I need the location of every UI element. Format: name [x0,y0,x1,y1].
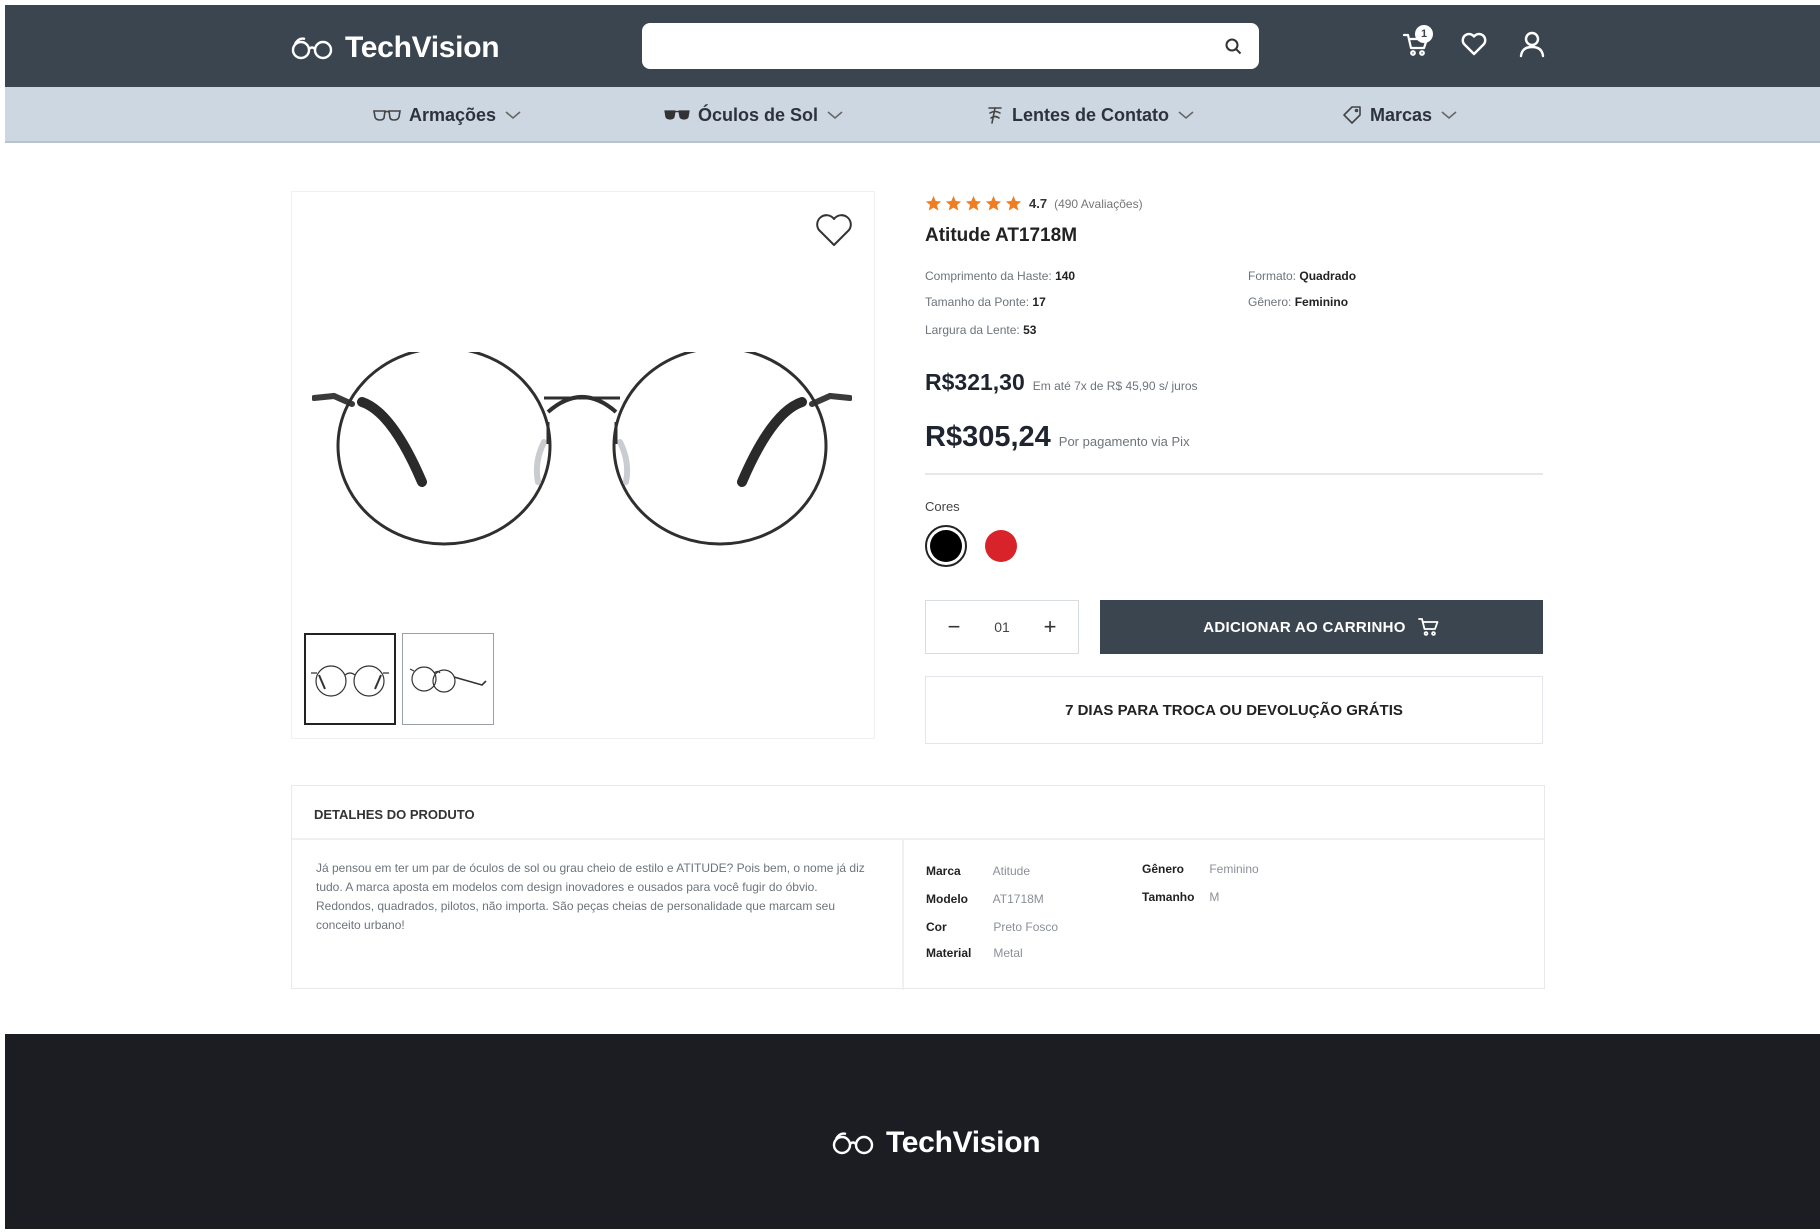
footer-brand-name: TechVision [886,1126,1041,1159]
chevron-down-icon [505,111,521,120]
account-button[interactable] [1517,27,1547,61]
chevron-down-icon [1441,111,1457,120]
thumbnail-front-image [311,665,389,697]
star-icon [925,195,942,211]
sunglasses-icon [664,110,690,120]
product-title: Atitude AT1718M [925,225,1078,246]
attr-brand: Marca Atitude [926,864,1031,878]
nav-item-oculos-de-sol[interactable]: Óculos de Sol [664,87,844,143]
eyeglasses-outline-icon [373,110,401,121]
nav-item-lentes-de-contato[interactable]: Lentes de Contato [986,87,1195,143]
regular-price: R$321,30 Em até 7x de R$ 45,90 s/ juros [925,369,1198,396]
product-details: DETALHES DO PRODUTO Já pensou em ter um … [291,785,1545,990]
color-swatch-red[interactable] [985,530,1017,562]
chevron-down-icon [827,111,843,120]
rating-score: 4.7 [1029,196,1048,211]
pix-price-value: R$305,24 [925,421,1051,453]
heart-icon [1461,32,1487,56]
brand-name: TechVision [345,31,500,64]
heart-icon [816,214,852,246]
product-main-image [312,352,852,546]
pix-price: R$305,24 Por pagamento via Pix [925,421,1190,454]
nav-item-armacoes[interactable]: Armações [373,87,522,143]
thumbnail-side[interactable] [402,633,494,725]
star-icon [1005,195,1022,211]
top-header: TechVision 1 [5,5,1820,87]
nav-label-lentes-de-contato: Lentes de Contato [1012,104,1170,125]
attr-model: Modelo AT1718M [926,892,1044,906]
favorites-button[interactable] [1459,27,1489,61]
glasses-icon [832,1132,874,1155]
details-description: Já pensou em ter um par de óculos de sol… [316,861,865,932]
cart-count-badge: 1 [1415,25,1433,43]
add-to-cart-label: ADICIONAR AO CARRINHO [1203,618,1406,636]
favorite-product-button[interactable] [812,210,856,250]
return-policy-text: 7 DIAS PARA TROCA OU DEVOLUÇÃO GRÁTIS [1065,701,1403,719]
quantity-increase-button[interactable]: + [1036,613,1064,641]
cart-icon [1417,618,1439,636]
spec-shape: Formato: Quadrado [1248,269,1357,283]
header-actions: 1 [1401,25,1547,61]
header-logo[interactable]: TechVision [291,31,500,65]
installments-text: Em até 7x de R$ 45,90 s/ juros [1032,379,1198,393]
spec-gender: Gênero: Feminino [1248,295,1349,309]
nav-label-marcas: Marcas [1370,104,1433,125]
rating-count: (490 Avaliações) [1054,196,1143,211]
star-icon [965,195,982,211]
quantity-decrease-button[interactable]: − [940,613,968,641]
chevron-down-icon [1178,111,1194,120]
pix-note: Por pagamento via Pix [1058,434,1190,449]
site-footer: TechVision [5,1034,1820,1229]
details-header: DETALHES DO PRODUTO [292,786,1544,840]
attr-color: Cor Preto Fosco [926,920,1059,934]
add-to-cart-button[interactable]: ADICIONAR AO CARRINHO [1100,600,1543,654]
user-icon [1519,31,1545,58]
spec-lens-width: Largura da Lente: 53 [925,323,1037,337]
footer-logo[interactable]: TechVision [832,1126,1041,1160]
tag-icon [1343,106,1361,124]
star-icon [985,195,1002,211]
page: TechVision 1 Armações Óculos de Sol Lent… [5,5,1820,1229]
contact-lens-icon [988,107,1002,124]
quantity-input[interactable] [982,619,1022,635]
search-input[interactable] [642,23,1259,69]
glasses-icon [291,37,333,60]
spec-bridge-size: Tamanho da Ponte: 17 [925,295,1046,309]
attr-size: Tamanho M [1142,890,1220,904]
nav-item-marcas[interactable]: Marcas [1342,87,1458,143]
regular-price-value: R$321,30 [925,369,1025,395]
color-swatch-black[interactable] [925,525,967,567]
thumbnail-side-image [409,666,487,693]
attr-gender: Gênero Feminino [1142,862,1259,876]
product-rating[interactable]: 4.7 (490 Avaliações) [925,195,1143,212]
nav-label-oculos-de-sol: Óculos de Sol [698,104,819,125]
nav-label-armacoes: Armações [409,104,497,125]
thumbnail-front[interactable] [304,633,396,725]
cart-button[interactable]: 1 [1401,25,1433,61]
details-separator [902,840,904,990]
price-divider [925,473,1543,475]
attr-material: Material Metal [926,946,1023,960]
details-heading: DETALHES DO PRODUTO [314,807,475,822]
color-swatch-black-fill [930,530,962,562]
quantity-stepper: − + [925,600,1079,654]
spec-temple-length: Comprimento da Haste: 140 [925,269,1076,283]
category-nav: Armações Óculos de Sol Lentes de Contato [5,87,1820,143]
return-policy-box: 7 DIAS PARA TROCA OU DEVOLUÇÃO GRÁTIS [925,676,1543,744]
colors-label: Cores [925,499,960,514]
star-icon [945,195,962,211]
product-gallery [291,191,875,739]
search-icon[interactable] [1221,34,1245,58]
search-bar [642,23,1259,69]
